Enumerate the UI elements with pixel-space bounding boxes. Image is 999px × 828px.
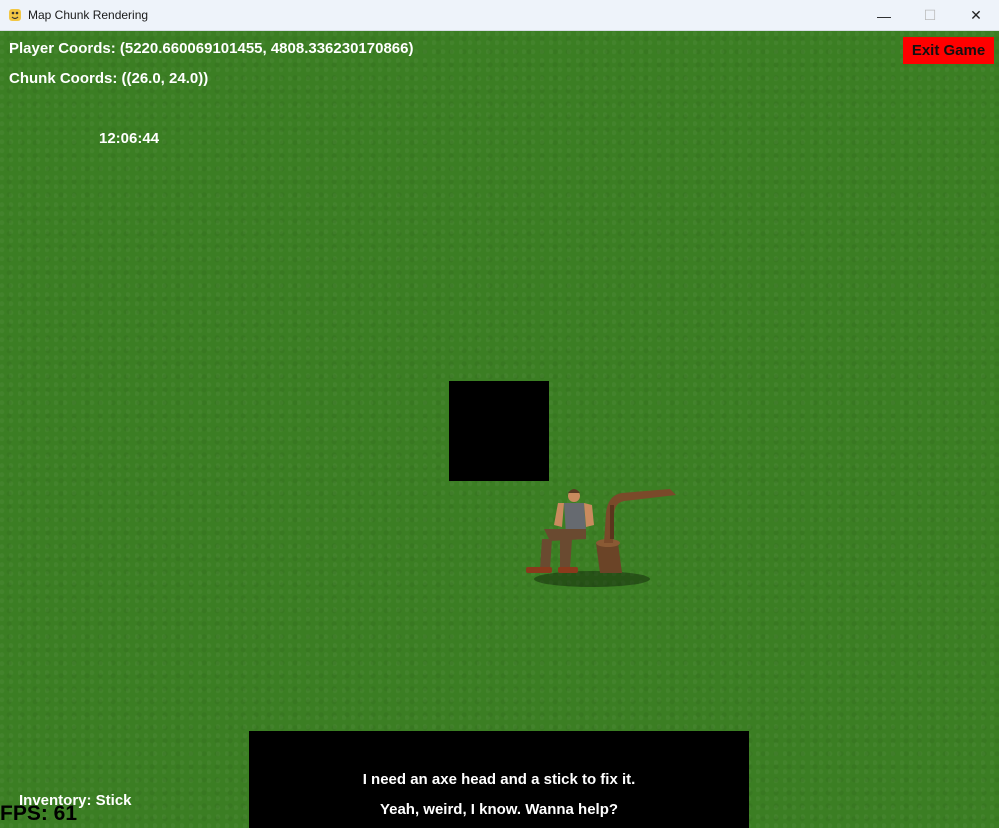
maximize-button: ☐ xyxy=(907,0,953,31)
window-titlebar: Map Chunk Rendering — ☐ ✕ xyxy=(0,0,999,31)
chunk-coords-text: Chunk Coords: ((26.0, 24.0)) xyxy=(9,70,209,87)
dialog-line-2: Yeah, weird, I know. Wanna help? xyxy=(379,801,619,818)
game-clock: 12:06:44 xyxy=(99,130,160,147)
close-button[interactable]: ✕ xyxy=(953,0,999,31)
close-icon: ✕ xyxy=(970,7,982,23)
dialog-line-1: I need an axe head and a stick to fix it… xyxy=(362,771,636,788)
lumberjack-npc-sprite[interactable] xyxy=(520,481,680,591)
window-title: Map Chunk Rendering xyxy=(28,8,149,22)
game-canvas[interactable]: Player Coords: (5220.660069101455, 4808.… xyxy=(0,31,999,828)
dialog-box: I need an axe head and a stick to fix it… xyxy=(249,731,749,828)
black-square-tile xyxy=(449,381,549,481)
pygame-snake-icon xyxy=(9,9,21,21)
maximize-icon: ☐ xyxy=(923,7,937,23)
exit-game-button[interactable]: Exit Game xyxy=(903,37,994,64)
player-coords-text: Player Coords: (5220.660069101455, 4808.… xyxy=(9,40,414,57)
minimize-icon: — xyxy=(877,7,891,24)
minimize-button[interactable]: — xyxy=(861,0,907,31)
fps-counter: FPS: 61 xyxy=(0,802,78,825)
